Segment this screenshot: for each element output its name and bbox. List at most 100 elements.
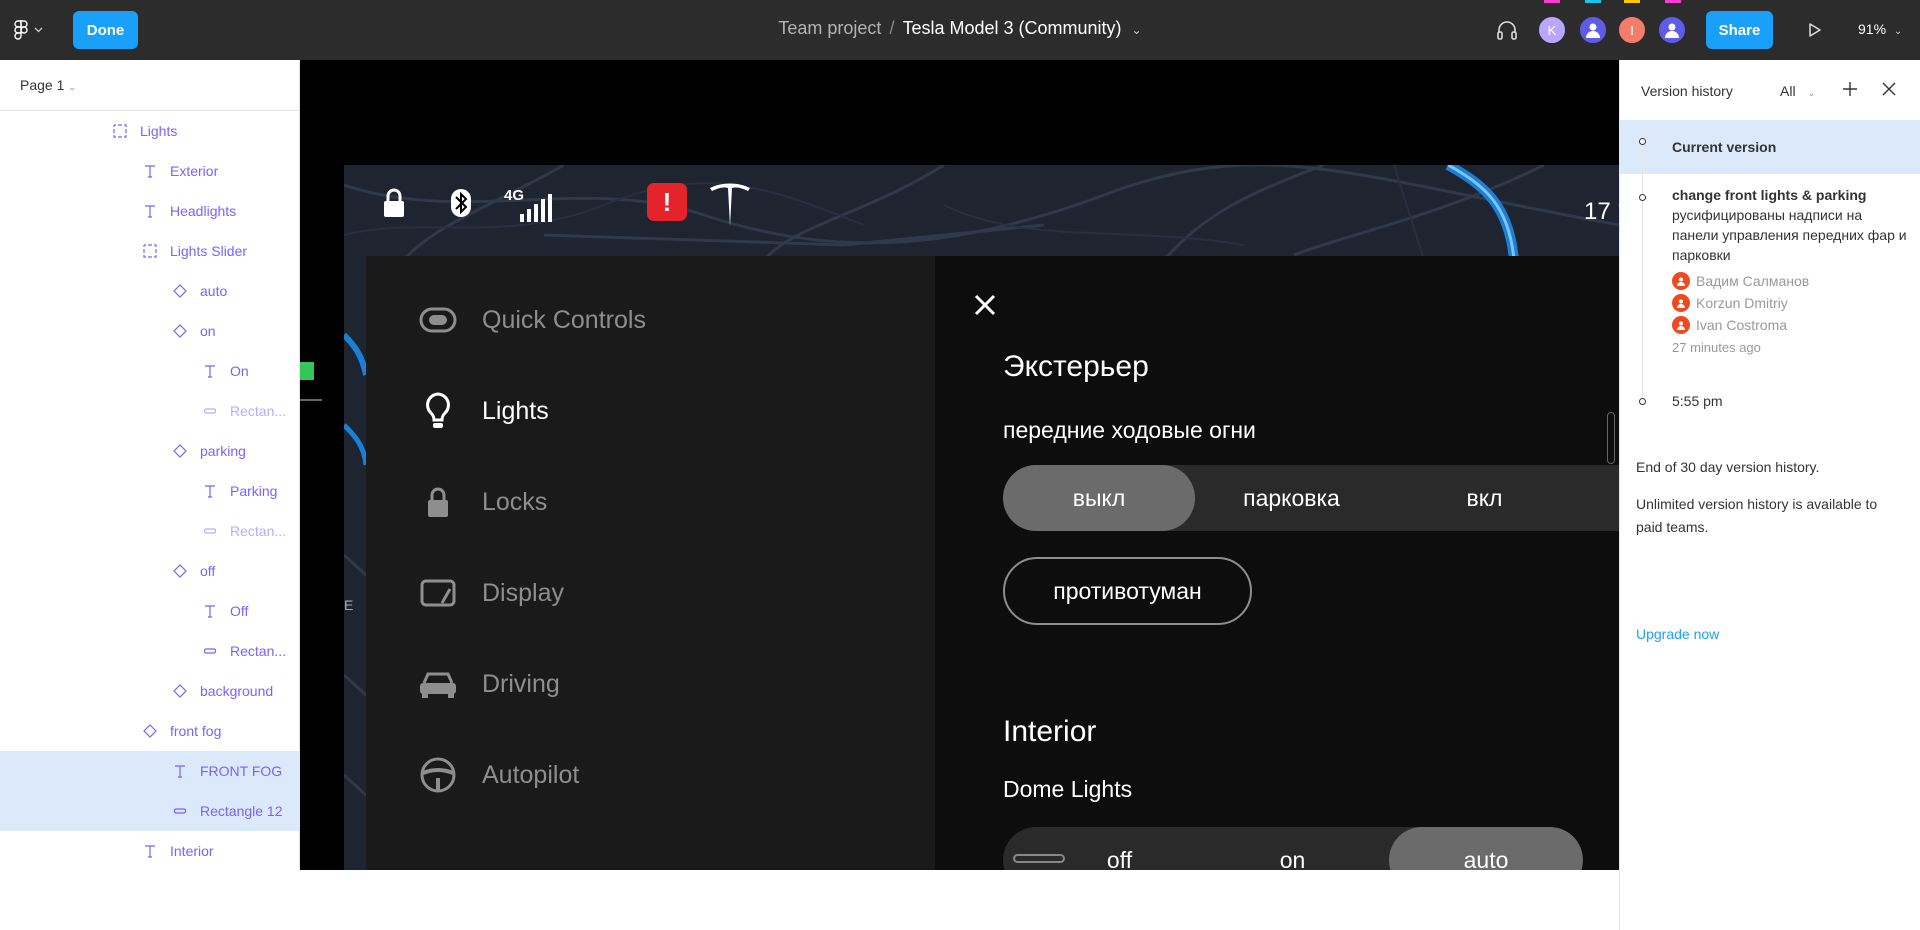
avatar[interactable] <box>1657 15 1687 45</box>
layer-row[interactable]: on <box>0 311 300 351</box>
divider-line <box>300 399 322 401</box>
layer-row[interactable]: On <box>0 351 300 391</box>
rectangle-icon <box>200 641 220 661</box>
text-icon <box>200 361 220 381</box>
version-history-panel: Version history All ⌄ Current version cha… <box>1619 60 1920 930</box>
zoom-menu[interactable]: 91% ⌄ <box>1858 21 1902 37</box>
lock-icon[interactable] <box>382 187 406 219</box>
layer-label: off <box>200 563 216 579</box>
done-button[interactable]: Done <box>73 11 138 49</box>
layer-label: Rectangle 12 <box>200 803 283 819</box>
layer-row[interactable]: Rectangle 12 <box>0 791 300 831</box>
alert-icon[interactable]: ! <box>647 183 687 221</box>
avatar[interactable] <box>1578 15 1608 45</box>
layer-row[interactable]: Headlights <box>0 191 300 231</box>
frame-icon <box>110 121 130 141</box>
layer-row[interactable]: background <box>0 671 300 711</box>
page-label: Page 1 <box>20 77 65 93</box>
text-icon <box>140 841 160 861</box>
segment-option[interactable]: on <box>1196 827 1389 871</box>
layer-label: Off <box>230 603 249 619</box>
segment-option[interactable]: вкл <box>1388 465 1581 531</box>
page-selector[interactable]: Page 1 ⌄ <box>0 60 299 111</box>
older-version-time[interactable]: 5:55 pm <box>1672 391 1723 411</box>
menu-item-autopilot[interactable]: Autopilot <box>416 745 776 805</box>
zoom-level: 91% <box>1858 21 1887 37</box>
car-icon <box>416 662 460 706</box>
main-menu-button[interactable] <box>14 18 52 42</box>
instance-icon <box>170 561 190 581</box>
frame-icon <box>140 241 160 261</box>
layer-row[interactable]: Parking <box>0 471 300 511</box>
segment-option[interactable]: выкл <box>1003 465 1195 531</box>
map-edge <box>344 255 366 870</box>
version-time: 27 minutes ago <box>1672 340 1761 355</box>
instance-icon <box>170 281 190 301</box>
figma-logo-icon <box>14 20 28 40</box>
chevron-down-icon: ⌄ <box>1893 26 1903 37</box>
layer-row[interactable]: FRONT FOG <box>0 751 300 791</box>
temperature-readout: 17 ° <box>1584 198 1619 225</box>
author-name: Ivan Costroma <box>1696 317 1788 333</box>
version-history-header: Version history All ⌄ <box>1620 60 1920 120</box>
play-icon[interactable] <box>1803 19 1825 41</box>
layer-label: On <box>230 363 249 379</box>
rectangle-icon <box>200 521 220 541</box>
upgrade-note: Unlimited version history is available t… <box>1636 496 1878 535</box>
lock-icon <box>416 480 460 524</box>
menu-item-display[interactable]: Display <box>416 563 776 623</box>
tesla-frame[interactable]: E 4G ! 17 ° Quick ControlsLightsLocksDis… <box>300 60 1619 870</box>
segment-option[interactable]: off <box>1003 827 1196 871</box>
share-button[interactable]: Share <box>1706 11 1773 49</box>
layer-row[interactable]: Off <box>0 591 300 631</box>
layer-label: Rectan... <box>230 643 287 659</box>
layer-row[interactable]: Rectan... <box>0 511 300 551</box>
avatar-initial: I <box>1630 22 1634 38</box>
menu-item-driving[interactable]: Driving <box>416 654 776 714</box>
avatar[interactable]: I <box>1617 15 1647 45</box>
project-name[interactable]: Team project <box>778 18 881 38</box>
chevron-down-icon: ⌄ <box>68 82 76 92</box>
design-canvas[interactable]: E 4G ! 17 ° Quick ControlsLightsLocksDis… <box>300 60 1619 870</box>
upgrade-link[interactable]: Upgrade now <box>1636 626 1719 642</box>
layer-row[interactable]: Rectan... <box>0 631 300 671</box>
version-title[interactable]: change front lights & parking <box>1672 185 1907 205</box>
version-filter[interactable]: All ⌄ <box>1780 83 1815 99</box>
layer-row[interactable]: Interior <box>0 831 300 871</box>
layer-row[interactable]: Rectan... <box>0 391 300 431</box>
layer-row[interactable]: auto <box>0 271 300 311</box>
layer-row[interactable]: parking <box>0 431 300 471</box>
segment-option[interactable]: auto <box>1389 827 1583 870</box>
tesla-logo-icon[interactable] <box>708 180 752 228</box>
close-icon[interactable] <box>1881 81 1897 97</box>
segment-option[interactable]: парковка <box>1195 465 1388 531</box>
version-author: Korzun Dmitriy <box>1672 294 1788 312</box>
menu-item-quick-controls[interactable]: Quick Controls <box>416 290 776 350</box>
interior-heading: Interior <box>1003 715 1097 748</box>
layer-row[interactable]: front fog <box>0 711 300 751</box>
add-version-icon[interactable] <box>1841 80 1859 98</box>
history-end-note: End of 30 day version history. <box>1636 459 1820 475</box>
layer-row[interactable]: off <box>0 551 300 591</box>
text-icon <box>140 201 160 221</box>
menu-item-locks[interactable]: Locks <box>416 472 776 532</box>
layer-label: on <box>200 323 216 339</box>
chevron-down-icon[interactable]: ⌄ <box>1132 23 1142 37</box>
user-icon <box>1672 316 1690 334</box>
headlights-label: передние ходовые огни <box>1003 417 1256 443</box>
layer-row[interactable]: Exterior <box>0 151 300 191</box>
layer-row[interactable]: Lights Slider <box>0 231 300 271</box>
headphones-icon[interactable] <box>1494 17 1520 43</box>
bluetooth-icon[interactable] <box>449 187 473 219</box>
close-icon[interactable] <box>972 292 998 318</box>
front-fog-button[interactable]: противотуман <box>1003 557 1252 625</box>
user-icon <box>1672 272 1690 290</box>
scrollbar[interactable] <box>1607 412 1615 464</box>
menu-item-label: Driving <box>482 669 560 698</box>
file-name[interactable]: Tesla Model 3 (Community) <box>902 18 1121 38</box>
avatar[interactable]: K <box>1537 15 1567 45</box>
menu-item-lights[interactable]: Lights <box>416 381 776 441</box>
layer-row[interactable]: Lights <box>0 111 300 151</box>
slider-handle <box>1013 854 1065 863</box>
layer-label: FRONT FOG <box>200 763 283 779</box>
